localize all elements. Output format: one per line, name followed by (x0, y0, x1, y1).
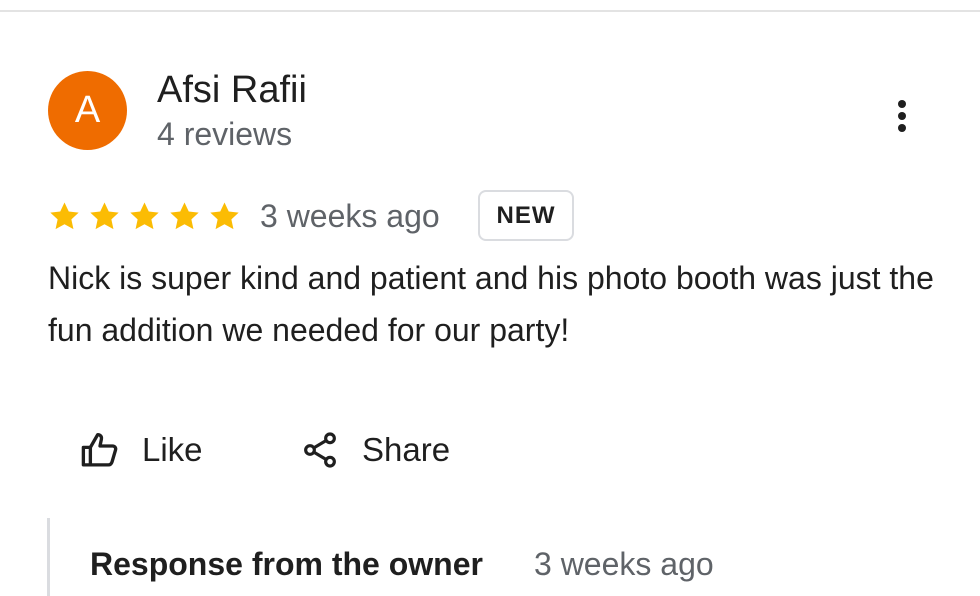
share-icon (298, 428, 342, 472)
star-icon (130, 201, 159, 229)
like-label: Like (142, 431, 203, 468)
author-review-count[interactable]: 4 reviews (157, 115, 292, 153)
share-button[interactable]: Share (298, 424, 450, 476)
more-options-button[interactable] (885, 96, 919, 136)
star-icon (170, 201, 199, 229)
review-time: 3 weeks ago (260, 198, 440, 234)
owner-response-bar (47, 518, 50, 596)
thumbs-up-icon (78, 428, 122, 472)
share-label: Share (362, 431, 451, 468)
star-rating (48, 196, 248, 236)
top-divider (0, 10, 980, 12)
more-vertical-icon (898, 100, 906, 132)
owner-response-title: Response from the owner (90, 546, 483, 582)
star-icon (210, 201, 239, 229)
star-icon (50, 201, 79, 229)
like-button[interactable]: Like (78, 424, 203, 476)
new-badge: NEW (478, 190, 574, 241)
review-text: Nick is super kind and patient and his p… (48, 260, 934, 348)
star-icon (90, 201, 119, 229)
avatar[interactable]: A (48, 71, 127, 150)
author-name[interactable]: Afsi Rafii (157, 68, 307, 112)
owner-response-time: 3 weeks ago (534, 546, 714, 582)
avatar-initial: A (74, 89, 101, 131)
